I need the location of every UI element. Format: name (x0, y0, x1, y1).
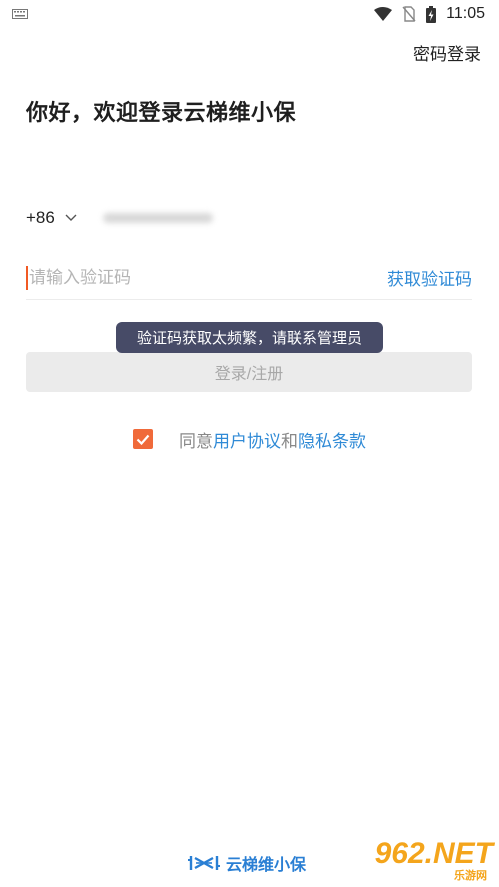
page-title: 你好，欢迎登录云梯维小保 (26, 101, 297, 126)
battery-charging-icon (426, 5, 437, 23)
password-login-link[interactable]: 密码登录 (413, 40, 481, 65)
country-code-selector[interactable]: +86 (26, 208, 55, 228)
chevron-down-icon[interactable] (65, 214, 77, 222)
phone-number-masked[interactable] (102, 213, 213, 223)
agreement-prefix: 同意 (179, 431, 213, 452)
status-bar: 11:05 (0, 0, 499, 28)
keyboard-icon (12, 9, 28, 19)
brand-footer: 云梯维小保 (188, 851, 306, 875)
agreement-checkbox[interactable] (133, 429, 153, 449)
watermark-main: 962.NET (374, 837, 493, 870)
no-sim-icon (402, 6, 416, 22)
user-agreement-link[interactable]: 用户协议 (213, 432, 281, 452)
login-screen: 11:05 密码登录 你好，欢迎登录云梯维小保 +86 获取验证码 登录/注册 … (0, 0, 499, 887)
brand-logo-icon (188, 856, 220, 870)
toast-message: 验证码获取太频繁，请联系管理员 (116, 322, 383, 353)
verification-code-row: 获取验证码 (26, 256, 472, 300)
phone-row: +86 (26, 203, 472, 233)
wifi-icon (374, 7, 393, 21)
watermark-sub: 乐游网 (454, 869, 487, 882)
agreement-conjunction: 和 (281, 431, 298, 452)
login-register-button[interactable]: 登录/注册 (26, 352, 472, 392)
brand-name: 云梯维小保 (226, 855, 307, 874)
clock: 11:05 (446, 5, 485, 22)
watermark: 962.NET 乐游网 (353, 837, 493, 883)
status-icons: 11:05 (374, 4, 485, 24)
verification-code-input[interactable] (29, 267, 387, 288)
check-icon (136, 434, 150, 445)
agreement-row: 同意用户协议和隐私条款 (133, 427, 366, 452)
text-cursor (26, 265, 28, 290)
agreement-text: 同意用户协议和隐私条款 (179, 427, 366, 452)
privacy-terms-link[interactable]: 隐私条款 (298, 432, 366, 452)
get-code-button[interactable]: 获取验证码 (387, 265, 472, 290)
